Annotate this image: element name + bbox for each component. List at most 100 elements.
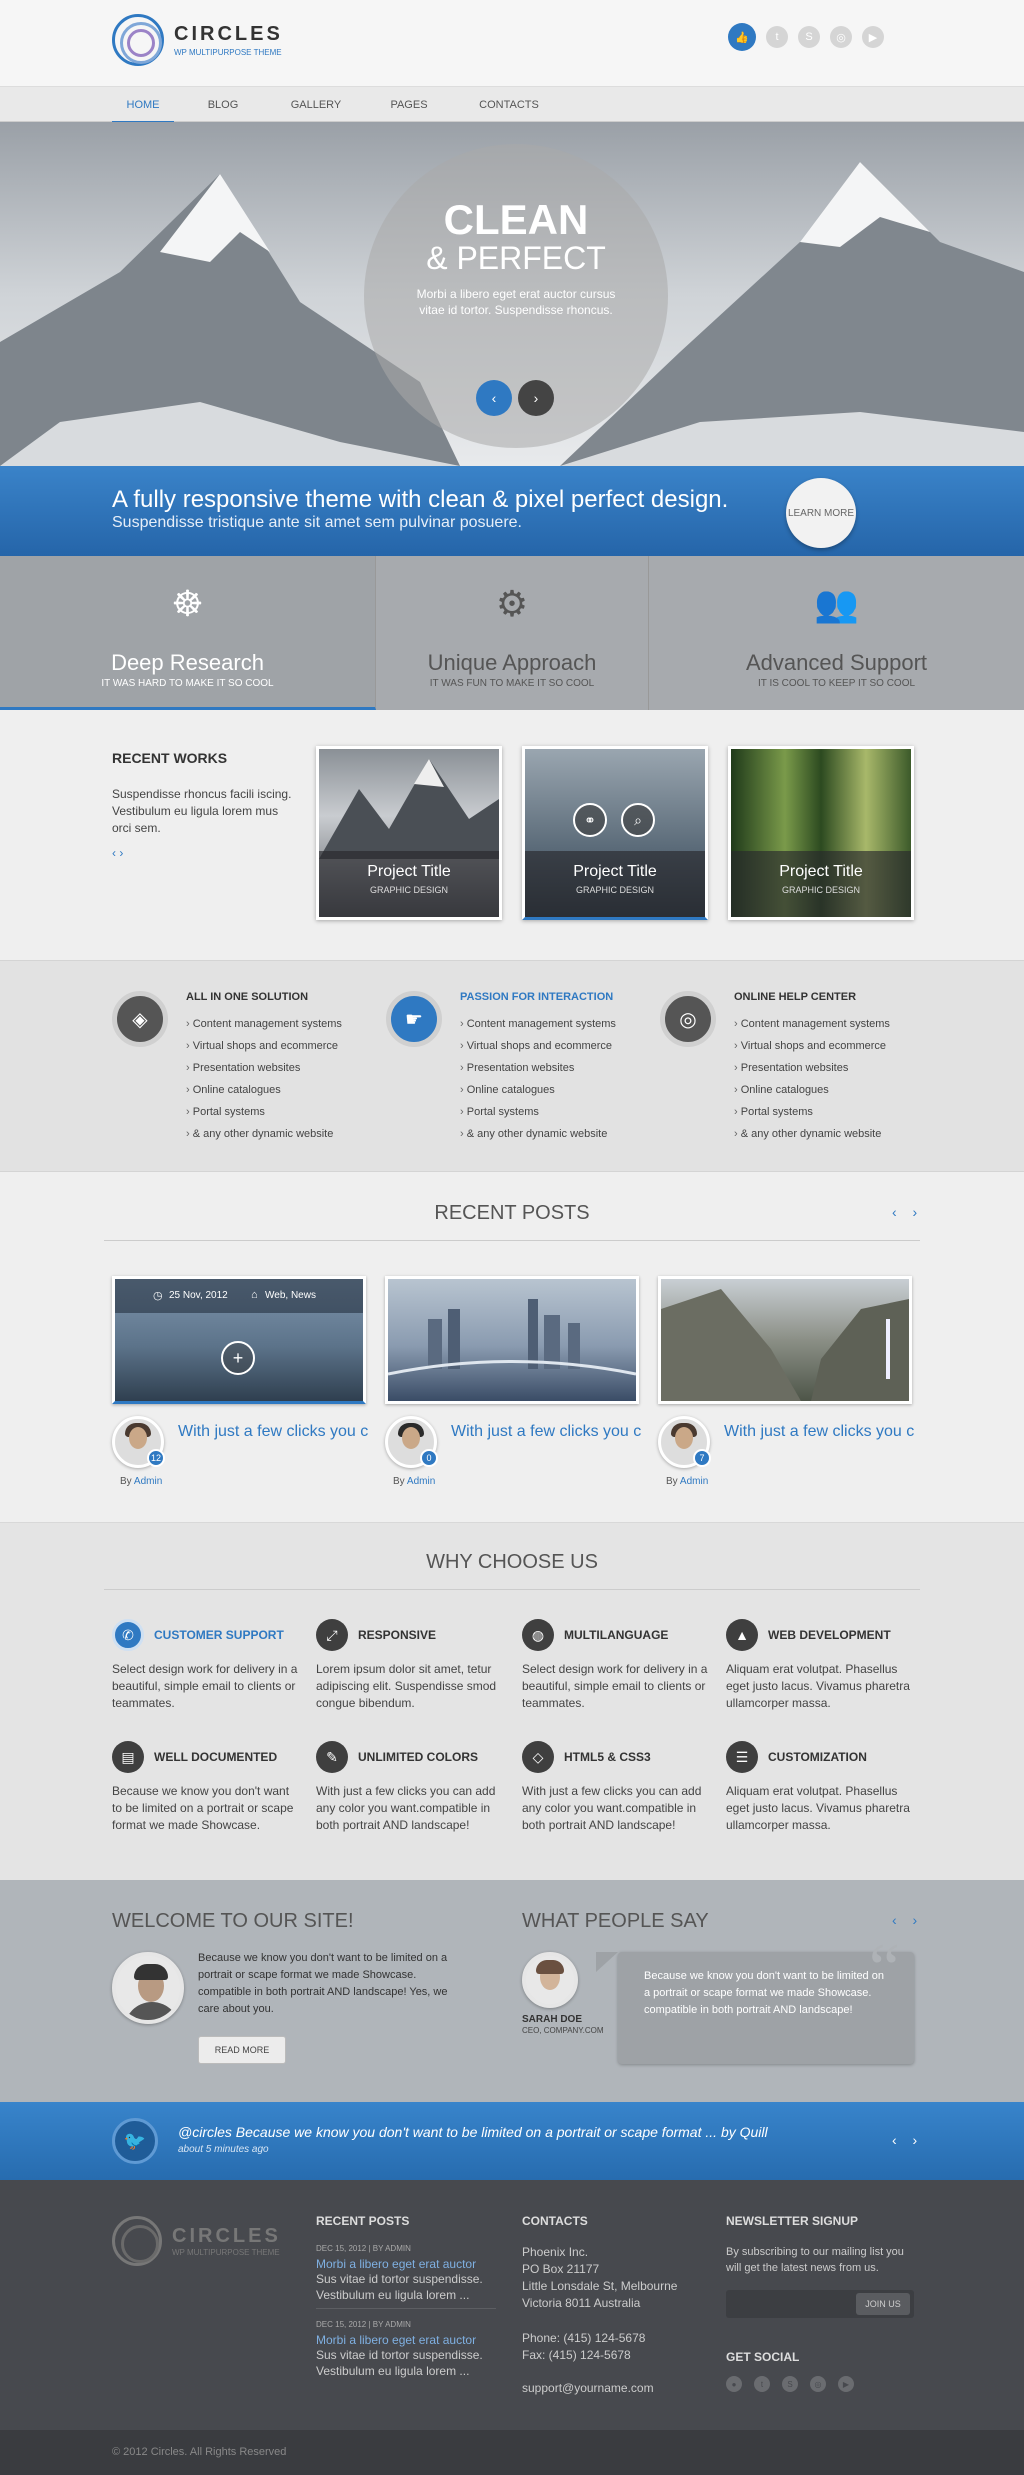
promo-banner: A fully responsive theme with clean & pi…: [0, 466, 1024, 556]
solution-item: & any other dynamic website: [460, 1123, 616, 1145]
nav-blog[interactable]: BLOG: [196, 87, 250, 123]
work-card[interactable]: Project Title GRAPHIC DESIGN: [728, 746, 914, 920]
tweet-handle[interactable]: @circles: [178, 2124, 232, 2140]
page: CIRCLES WP MULTIPURPOSE THEME 👍 t S ◎ ▶ …: [0, 0, 1024, 2475]
why-item-title: MULTILANGUAGE: [564, 1628, 669, 1642]
feature-advanced-support[interactable]: 👥 Advanced Support IT IS COOL TO KEEP IT…: [649, 556, 1024, 710]
solution-item: Portal systems: [186, 1101, 342, 1123]
testimonial-nav[interactable]: ‹ ›: [892, 1912, 923, 1928]
author-avatar[interactable]: 0: [385, 1416, 438, 1468]
author-link[interactable]: Admin: [680, 1476, 708, 1487]
skype-icon[interactable]: S: [798, 26, 820, 48]
read-more-button[interactable]: READ MORE: [198, 2036, 286, 2064]
author-avatar[interactable]: 12: [112, 1416, 165, 1468]
solution-title: PASSION FOR INTERACTION: [460, 991, 614, 1003]
hero-next-button[interactable]: ›: [518, 380, 554, 416]
why-item-desc: Select design work for delivery in a bea…: [522, 1662, 708, 1710]
feature-subtitle: IT WAS FUN TO MAKE IT SO COOL: [429, 678, 595, 689]
recent-works-title: RECENT WORKS: [112, 750, 228, 766]
post-tags: Web, News: [265, 1290, 316, 1301]
tweet-time: about 5 minutes ago: [178, 2144, 269, 2155]
nav-gallery[interactable]: GALLERY: [282, 87, 350, 123]
welcome-avatar: [112, 1952, 184, 2024]
post-image[interactable]: [385, 1276, 639, 1404]
youtube-icon[interactable]: ▶: [838, 2376, 854, 2392]
tweet-nav[interactable]: ‹ ›: [892, 2132, 923, 2148]
skype-icon[interactable]: S: [782, 2376, 798, 2392]
responsive-icon: ⤢: [316, 1619, 348, 1651]
newsletter-title: NEWSLETTER SIGNUP: [726, 2214, 859, 2228]
recent-works-nav[interactable]: ‹ ›: [112, 846, 123, 860]
solution-title: ONLINE HELP CENTER: [734, 991, 857, 1003]
nav-contacts[interactable]: CONTACTS: [470, 87, 548, 123]
solution-list: Content management systems Virtual shops…: [460, 1013, 616, 1145]
author-link[interactable]: Admin: [407, 1476, 435, 1487]
footer-social: ● t S ◎ ▶: [726, 2376, 854, 2392]
interaction-icon: ☛: [386, 991, 442, 1047]
footer-post-link[interactable]: Morbi a libero eget erat auctor: [316, 2257, 496, 2271]
why-title: WHY CHOOSE US: [426, 1551, 598, 1573]
footer-post-link[interactable]: Morbi a libero eget erat auctor: [316, 2333, 496, 2347]
footer-post-meta: DEC 15, 2012 | BY ADMIN: [316, 2244, 411, 2253]
logo[interactable]: CIRCLES WP MULTIPURPOSE THEME: [112, 14, 283, 66]
recent-posts-nav[interactable]: ‹ ›: [892, 1204, 923, 1220]
work-title: Project Title: [779, 863, 863, 880]
globe-icon: ◍: [522, 1619, 554, 1651]
feature-unique-approach[interactable]: ⚙ Unique Approach IT WAS FUN TO MAKE IT …: [376, 556, 649, 710]
work-caption: Project Title GRAPHIC DESIGN: [525, 851, 705, 917]
why-choose-us-section: WHY CHOOSE US ✆ CUSTOMER SUPPORT Select …: [0, 1522, 1024, 1880]
solution-list: Content management systems Virtual shops…: [186, 1013, 342, 1145]
work-card[interactable]: Project Title GRAPHIC DESIGN: [316, 746, 502, 920]
link-icon[interactable]: ⚭: [573, 803, 607, 837]
feature-deep-research[interactable]: ☸ Deep Research IT WAS HARD TO MAKE IT S…: [0, 556, 376, 710]
post-title[interactable]: With just a few clicks you can add in bo…: [451, 1422, 641, 1441]
zoom-icon[interactable]: ⌕: [621, 803, 655, 837]
address-line: Phoenix Inc.: [522, 2245, 589, 2259]
why-item-desc: With just a few clicks you can add any c…: [316, 1784, 496, 1832]
post-title[interactable]: With just a few clicks you can add in bo…: [724, 1422, 914, 1441]
logo-mark-icon: [112, 14, 164, 66]
dribbble-icon[interactable]: ◎: [830, 26, 852, 48]
post-image[interactable]: ◷ 25 Nov, 2012 ⌂ Web, News +: [112, 1276, 366, 1404]
nav-home[interactable]: HOME: [112, 87, 174, 123]
welcome-title: WELCOME TO OUR SITE!: [112, 1910, 354, 1932]
post-image[interactable]: [658, 1276, 912, 1404]
hero-prev-button[interactable]: ‹: [476, 380, 512, 416]
author-avatar[interactable]: 7: [658, 1416, 711, 1468]
solution-item: Virtual shops and ecommerce: [460, 1035, 616, 1057]
tweet-text: @circles Because we know you don't want …: [178, 2124, 768, 2140]
join-us-button[interactable]: JOIN US: [856, 2293, 910, 2315]
twitter-icon[interactable]: t: [754, 2376, 770, 2392]
solution-list: Content management systems Virtual shops…: [734, 1013, 890, 1145]
address-line: Victoria 8011 Australia: [522, 2296, 641, 2310]
post-title[interactable]: With just a few clicks you can add in bo…: [178, 1422, 368, 1441]
twitter-icon[interactable]: t: [766, 26, 788, 48]
learn-more-button[interactable]: LEARN MORE: [786, 478, 856, 548]
youtube-icon[interactable]: ▶: [862, 26, 884, 48]
footer-divider: [316, 2308, 496, 2309]
why-item-desc: Select design work for delivery in a bea…: [112, 1662, 298, 1710]
city-bridge-image: [388, 1299, 636, 1376]
newsletter-text: By subscribing to our mailing list you w…: [726, 2246, 904, 2274]
dribbble-icon[interactable]: ◎: [810, 2376, 826, 2392]
footer-post-desc: Sus vitae id tortor suspendisse. Vestibu…: [316, 2272, 483, 2302]
flask-icon: ▲: [726, 1619, 758, 1651]
sliders-icon: ☰: [726, 1741, 758, 1773]
footer-email[interactable]: support@yourname.com: [522, 2380, 654, 2397]
like-icon[interactable]: ●: [726, 2376, 742, 2392]
work-card[interactable]: ⚭ ⌕ Project Title GRAPHIC DESIGN: [522, 746, 708, 920]
footer: CIRCLES WP MULTIPURPOSE THEME RECENT POS…: [0, 2180, 1024, 2430]
solution-item: Content management systems: [186, 1013, 342, 1035]
footer-fax: Fax: (415) 124-5678: [522, 2348, 631, 2362]
twitter-bird-icon: 🐦: [112, 2118, 158, 2164]
why-item-title: WELL DOCUMENTED: [154, 1750, 278, 1764]
author-link[interactable]: Admin: [134, 1476, 162, 1487]
work-category: GRAPHIC DESIGN: [575, 885, 654, 895]
byline-label: By: [393, 1476, 405, 1487]
footer-logo[interactable]: CIRCLES WP MULTIPURPOSE THEME: [112, 2216, 281, 2266]
like-icon[interactable]: 👍: [728, 23, 756, 51]
nav-pages[interactable]: PAGES: [382, 87, 436, 123]
plus-icon[interactable]: +: [221, 1341, 255, 1375]
footer-contacts-title: CONTACTS: [522, 2214, 588, 2228]
post-byline: By Admin: [666, 1476, 708, 1487]
